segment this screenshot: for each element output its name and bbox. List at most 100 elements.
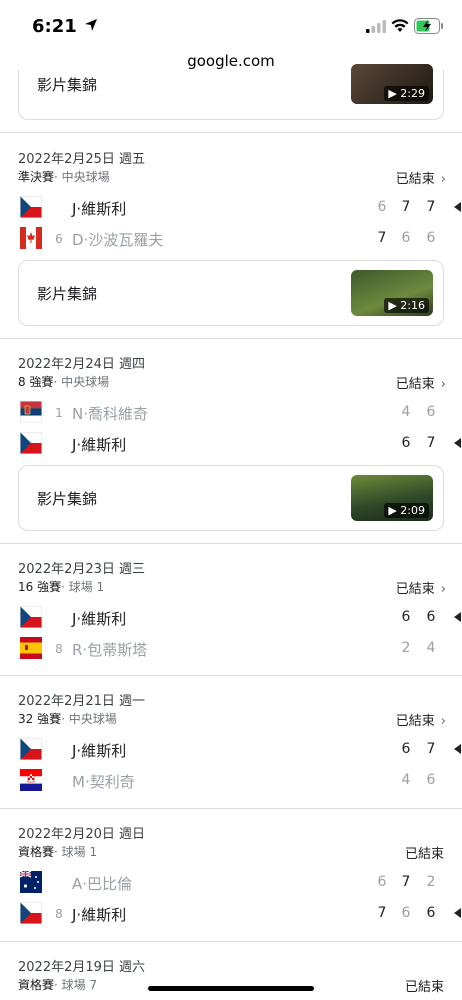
serbia-flag-icon <box>20 401 42 423</box>
match-status: 已結束 <box>404 980 444 995</box>
set-score: 4 <box>401 772 411 788</box>
czech-flag-icon <box>20 738 42 760</box>
player-name: J·維斯利 <box>72 906 127 924</box>
player-seed: 8 <box>55 642 63 656</box>
set-score: 7 <box>426 435 436 451</box>
player-name: M·契利奇 <box>72 773 135 791</box>
divider <box>0 338 462 339</box>
set-score: 6 <box>377 199 387 215</box>
video-duration: ▶ 2:09 <box>384 503 429 518</box>
set-score: 6 <box>401 905 411 921</box>
spain-flag-icon <box>20 637 42 659</box>
set-score: 7 <box>401 874 411 890</box>
set-score: 6 <box>426 609 436 625</box>
divider <box>0 808 462 809</box>
set-score: 2 <box>401 640 411 656</box>
croatia-flag-icon <box>20 769 42 791</box>
set-score: 7 <box>377 905 387 921</box>
match-date: 2022年2月25日 週五 <box>18 152 146 167</box>
match-status: 已結束 <box>404 847 444 862</box>
video-duration: ▶ 2:16 <box>384 298 429 313</box>
player-name: J·維斯利 <box>72 742 127 760</box>
status-bar: 6:21 <box>0 0 462 50</box>
chevron-right-icon: › <box>440 582 446 597</box>
match-round: 資格賽· 球場 7 <box>18 978 98 992</box>
location-arrow-icon <box>85 19 97 31</box>
player-seed: 6 <box>55 232 63 246</box>
chevron-right-icon: › <box>440 377 446 392</box>
video-thumbnail[interactable]: ▶ 2:09 <box>351 475 433 521</box>
match-date: 2022年2月19日 週六 <box>18 960 146 975</box>
player-name: D·沙波瓦羅夫 <box>72 231 164 249</box>
match-round: 32 強賽· 中央球場 <box>18 712 117 726</box>
highlight-card[interactable]: 影片集錦 ▶ 2:29 <box>18 64 444 120</box>
divider <box>0 675 462 676</box>
match-round: 16 強賽· 球場 1 <box>18 580 105 594</box>
set-score: 6 <box>426 772 436 788</box>
set-score: 4 <box>401 404 411 420</box>
match-status-link[interactable]: 已結束 › <box>396 373 446 392</box>
set-score: 7 <box>426 741 436 757</box>
chevron-right-icon: › <box>440 172 446 187</box>
set-score: 6 <box>377 874 387 890</box>
player-name: J·維斯利 <box>72 200 127 218</box>
set-score: 6 <box>426 404 436 420</box>
wifi-icon <box>391 19 409 32</box>
set-score: 7 <box>426 199 436 215</box>
highlight-card[interactable]: 影片集錦 ▶ 2:16 <box>18 260 444 326</box>
match-date: 2022年2月24日 週四 <box>18 357 146 372</box>
set-score: 6 <box>401 609 411 625</box>
clock: 6:21 <box>32 16 77 37</box>
set-score: 6 <box>401 435 411 451</box>
player-name: J·維斯利 <box>72 610 127 628</box>
highlight-label: 影片集錦 <box>37 285 98 303</box>
match-date: 2022年2月20日 週日 <box>18 827 146 842</box>
video-duration: ▶ 2:29 <box>384 86 429 101</box>
player-name: J·維斯利 <box>72 436 127 454</box>
player-seed: 1 <box>55 406 63 420</box>
player-name: A·巴比倫 <box>72 875 133 893</box>
winner-indicator-icon <box>454 908 461 918</box>
winner-indicator-icon <box>454 744 461 754</box>
match-round: 8 強賽· 中央球場 <box>18 375 110 389</box>
player-seed: 8 <box>55 907 63 921</box>
divider <box>0 941 462 942</box>
set-score: 2 <box>426 874 436 890</box>
video-thumbnail[interactable]: ▶ 2:16 <box>351 270 433 316</box>
winner-indicator-icon <box>454 438 461 448</box>
set-score: 6 <box>426 905 436 921</box>
match-status-link[interactable]: 已結束 › <box>396 578 446 597</box>
set-score: 7 <box>377 230 387 246</box>
match-round: 準決賽· 中央球場 <box>18 170 110 184</box>
australia-flag-icon <box>20 871 42 893</box>
winner-indicator-icon <box>454 202 461 212</box>
czech-flag-icon <box>20 606 42 628</box>
highlight-label: 影片集錦 <box>37 490 98 508</box>
chevron-right-icon: › <box>440 714 446 729</box>
set-score: 6 <box>426 230 436 246</box>
set-score: 7 <box>401 199 411 215</box>
match-status-link[interactable]: 已結束 › <box>396 710 446 729</box>
match-round: 資格賽· 球場 1 <box>18 845 98 859</box>
cellular-signal-icon <box>366 20 386 33</box>
match-date: 2022年2月21日 週一 <box>18 694 146 709</box>
set-score: 6 <box>401 741 411 757</box>
divider <box>0 132 462 133</box>
player-name: R·包蒂斯塔 <box>72 641 148 659</box>
highlight-card[interactable]: 影片集錦 ▶ 2:09 <box>18 465 444 531</box>
set-score: 6 <box>401 230 411 246</box>
player-name: N·喬科維奇 <box>72 405 148 423</box>
match-date: 2022年2月23日 週三 <box>18 562 146 577</box>
battery-charging-icon <box>414 18 443 34</box>
czech-flag-icon <box>20 196 42 218</box>
highlight-label: 影片集錦 <box>37 76 98 94</box>
canada-flag-icon <box>20 227 42 249</box>
divider <box>0 543 462 544</box>
match-status-link[interactable]: 已結束 › <box>396 168 446 187</box>
set-score: 4 <box>426 640 436 656</box>
winner-indicator-icon <box>454 612 461 622</box>
czech-flag-icon <box>20 432 42 454</box>
home-indicator[interactable] <box>148 986 314 991</box>
czech-flag-icon <box>20 902 42 924</box>
video-thumbnail[interactable]: ▶ 2:29 <box>351 64 433 104</box>
